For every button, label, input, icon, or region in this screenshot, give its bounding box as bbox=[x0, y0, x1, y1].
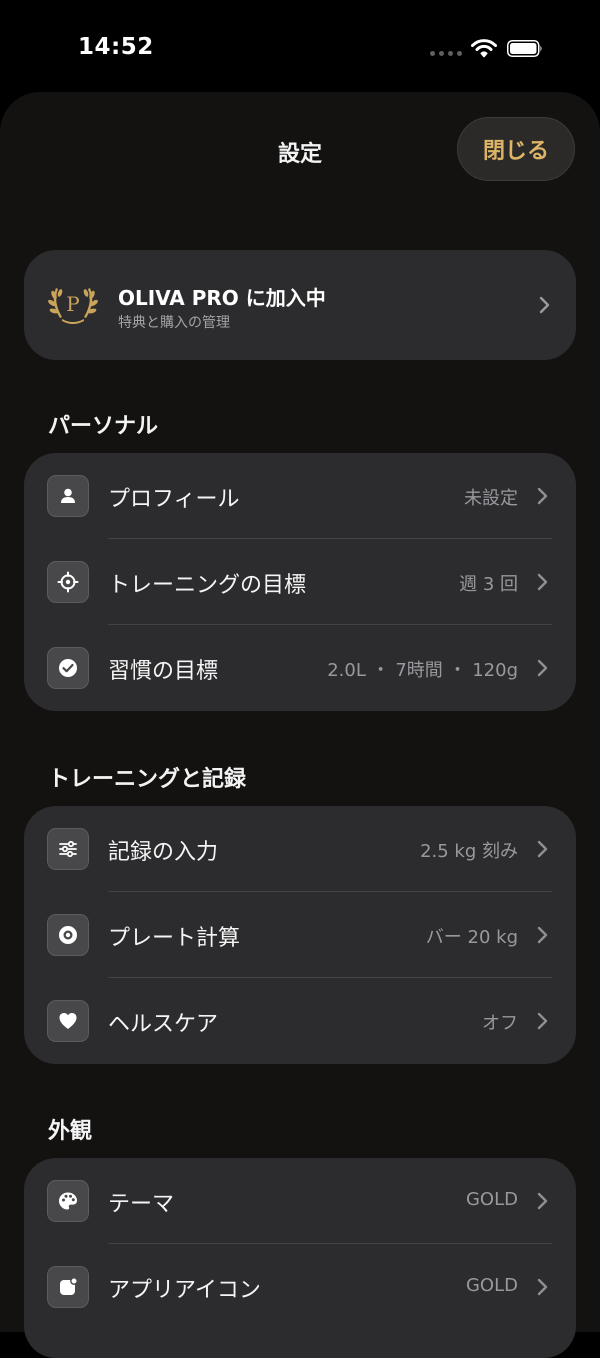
row-value: オフ bbox=[482, 1013, 518, 1034]
chevron-right-icon bbox=[537, 926, 548, 944]
pro-title: OLIVA PRO に加入中 bbox=[118, 286, 326, 310]
chevron-right-icon bbox=[537, 573, 548, 591]
settings-row-habit-goal[interactable]: 習慣の目標 2.0L ・ 7時間 ・ 120g bbox=[24, 625, 576, 711]
status-bar: 14:52 bbox=[0, 0, 600, 96]
chevron-right-icon bbox=[537, 840, 548, 858]
row-value: 2.0L ・ 7時間 ・ 120g bbox=[327, 660, 518, 681]
row-value: GOLD bbox=[465, 1189, 518, 1210]
row-value: GOLD bbox=[465, 1275, 518, 1296]
row-label: アプリアイコン bbox=[108, 1278, 261, 1303]
palette-icon bbox=[47, 1180, 89, 1222]
pro-subtitle: 特典と購入の管理 bbox=[118, 315, 230, 331]
chevron-right-icon bbox=[537, 659, 548, 677]
settings-row-record-input[interactable]: 記録の入力 2.5 kg 刻み bbox=[24, 806, 576, 892]
row-label: プレート計算 bbox=[108, 926, 241, 951]
row-label: 習慣の目標 bbox=[108, 659, 219, 684]
settings-row-healthcare[interactable]: ヘルスケア オフ bbox=[24, 978, 576, 1064]
heart-icon bbox=[47, 1000, 89, 1042]
weight-plate-icon bbox=[47, 914, 89, 956]
pro-badge-letter: P bbox=[66, 292, 79, 316]
chevron-right-icon bbox=[537, 1192, 548, 1210]
settings-row-profile[interactable]: プロフィール 未設定 bbox=[24, 453, 576, 539]
row-label: 記録の入力 bbox=[108, 840, 219, 865]
status-time: 14:52 bbox=[78, 34, 154, 60]
section-title-training: トレーニングと記録 bbox=[48, 767, 247, 792]
person-icon bbox=[47, 475, 89, 517]
appearance-group: テーマ GOLD アプリアイコン GOLD bbox=[24, 1158, 576, 1358]
settings-row-app-icon[interactable]: アプリアイコン GOLD bbox=[24, 1244, 576, 1330]
chevron-right-icon bbox=[539, 296, 550, 314]
battery-icon bbox=[507, 40, 542, 57]
training-group: 記録の入力 2.5 kg 刻み プレート計算 バー 20 kg ヘルスケア オフ bbox=[24, 806, 576, 1064]
section-title-personal: パーソナル bbox=[48, 414, 159, 439]
checkmark-circle-icon bbox=[47, 647, 89, 689]
target-icon bbox=[47, 561, 89, 603]
row-value: 週 3 回 bbox=[459, 574, 518, 595]
cellular-signal-icon bbox=[430, 51, 462, 56]
row-label: トレーニングの目標 bbox=[108, 573, 307, 598]
row-label: プロフィール bbox=[108, 487, 240, 512]
row-value: 2.5 kg 刻み bbox=[420, 841, 518, 862]
app-icon bbox=[47, 1266, 89, 1308]
wifi-icon bbox=[471, 39, 497, 58]
section-title-appearance: 外観 bbox=[48, 1119, 93, 1144]
settings-row-plate-calculator[interactable]: プレート計算 バー 20 kg bbox=[24, 892, 576, 978]
close-button[interactable]: 閉じる bbox=[457, 117, 575, 181]
chevron-right-icon bbox=[537, 487, 548, 505]
settings-row-theme[interactable]: テーマ GOLD bbox=[24, 1158, 576, 1244]
pro-subscription-card[interactable]: P OLIVA PRO に加入中 特典と購入の管理 bbox=[24, 250, 576, 360]
personal-group: プロフィール 未設定 トレーニングの目標 週 3 回 習慣の目標 2.0L ・ … bbox=[24, 453, 576, 711]
chevron-right-icon bbox=[537, 1012, 548, 1030]
settings-row-training-goal[interactable]: トレーニングの目標 週 3 回 bbox=[24, 539, 576, 625]
chevron-right-icon bbox=[537, 1278, 548, 1296]
row-value: バー 20 kg bbox=[425, 927, 518, 948]
sliders-icon bbox=[47, 828, 89, 870]
laurel-badge-icon: P bbox=[48, 288, 98, 324]
settings-sheet: 設定 閉じる P OLIVA PRO に加入中 特典と購入の管理 パーソナル プ… bbox=[0, 92, 600, 1358]
row-value: 未設定 bbox=[464, 488, 518, 509]
row-label: ヘルスケア bbox=[108, 1012, 219, 1037]
row-label: テーマ bbox=[108, 1192, 175, 1217]
